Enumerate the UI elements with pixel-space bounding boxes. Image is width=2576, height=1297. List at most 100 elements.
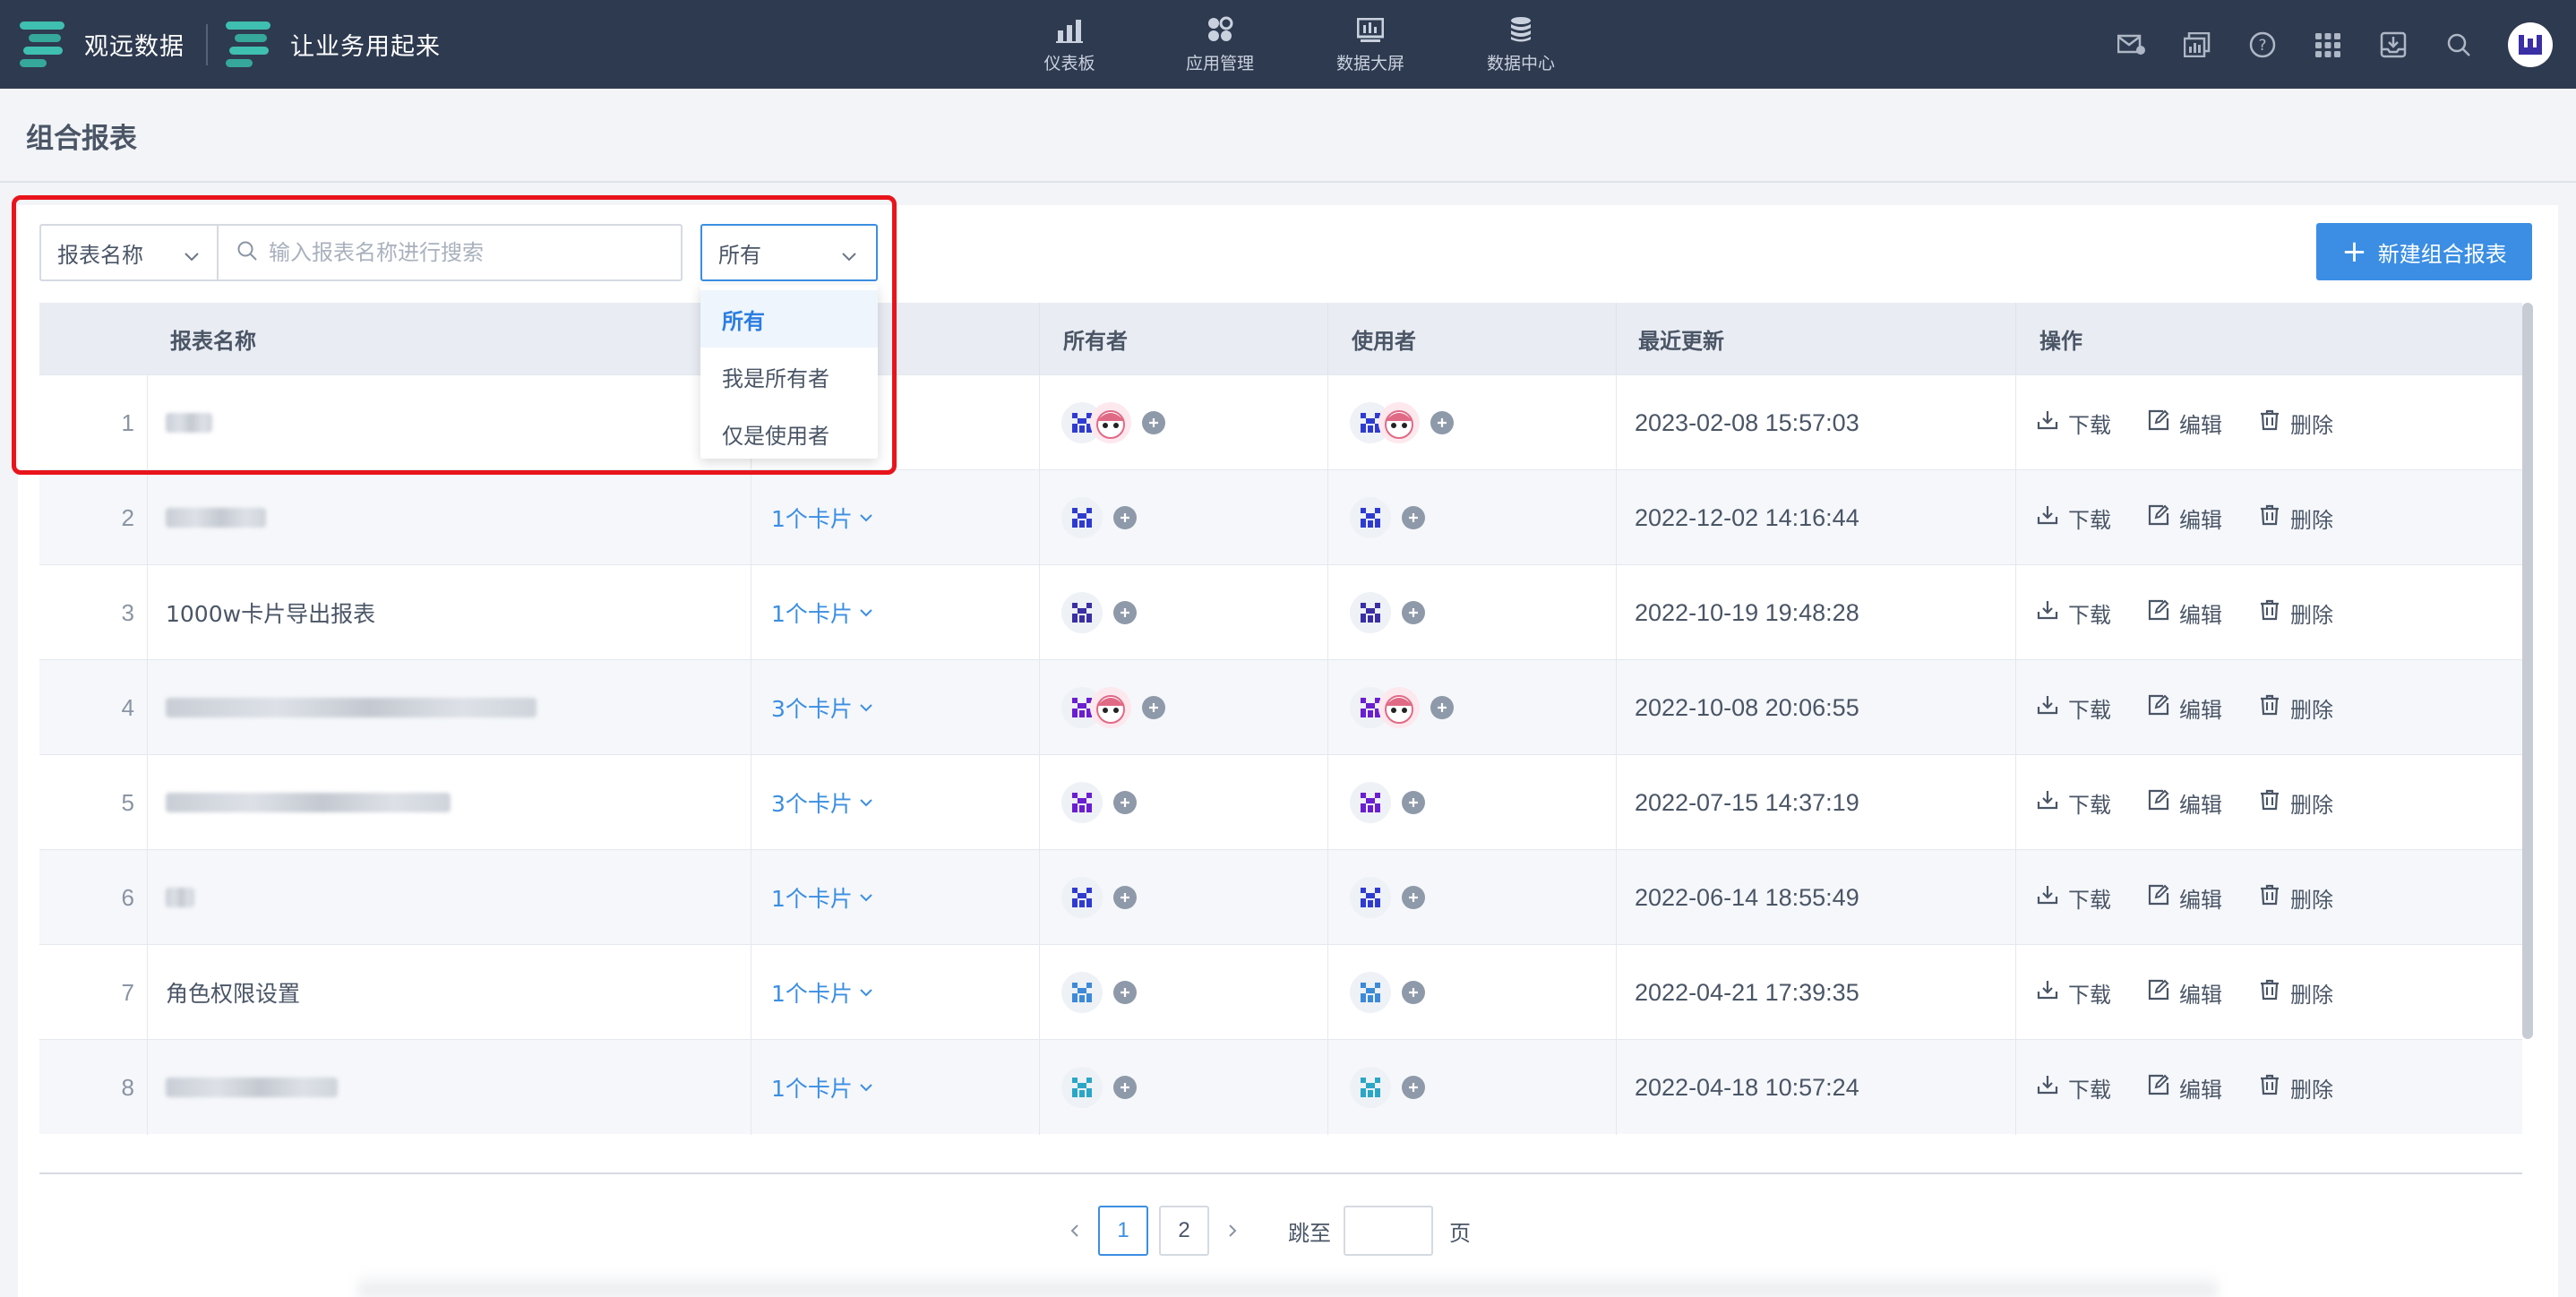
redacted-report-name[interactable] xyxy=(166,888,194,907)
owner-avatar[interactable] xyxy=(1061,592,1103,633)
user-avatar[interactable] xyxy=(1350,972,1391,1013)
scope-option-user-only[interactable]: 仅是使用者 xyxy=(700,405,878,462)
prev-page-icon[interactable] xyxy=(1057,1206,1093,1256)
download-button[interactable]: 下载 xyxy=(2036,977,2111,1009)
add-owner-icon[interactable] xyxy=(1113,791,1137,814)
cards-count-toggle[interactable]: 1个卡片 xyxy=(771,1071,874,1104)
table-row[interactable]: 2 1个卡片 2022-12-02 14:16:44 下载 编辑 删除 xyxy=(39,469,2522,565)
download-button[interactable]: 下载 xyxy=(2036,408,2111,439)
header-updated[interactable]: 最近更新 xyxy=(1617,303,2016,374)
user-avatar[interactable] xyxy=(1350,592,1391,633)
owner-avatar[interactable] xyxy=(1090,402,1131,443)
delete-button[interactable]: 删除 xyxy=(2258,1072,2333,1104)
table-row[interactable]: 1 2023-02-08 15:57:03 下载 编辑 删除 xyxy=(39,374,2522,470)
delete-button[interactable]: 删除 xyxy=(2258,597,2333,629)
user-avatar[interactable] xyxy=(1378,402,1420,443)
add-user-icon[interactable] xyxy=(1430,411,1454,434)
nav-data-screen[interactable]: 数据大屏 xyxy=(1295,0,1446,89)
edit-button[interactable]: 编辑 xyxy=(2147,597,2222,629)
add-user-icon[interactable] xyxy=(1430,696,1454,719)
nav-app-management[interactable]: 应用管理 xyxy=(1145,0,1295,89)
add-owner-icon[interactable] xyxy=(1142,411,1165,434)
add-user-icon[interactable] xyxy=(1402,506,1425,529)
download-button[interactable]: 下载 xyxy=(2036,1072,2111,1104)
add-user-icon[interactable] xyxy=(1402,791,1425,814)
nav-dashboard[interactable]: 仪表板 xyxy=(994,0,1145,89)
next-page-icon[interactable] xyxy=(1215,1206,1250,1256)
scope-option-all[interactable]: 所有 xyxy=(700,290,878,348)
download-button[interactable]: 下载 xyxy=(2036,502,2111,534)
owner-avatar[interactable] xyxy=(1061,972,1103,1013)
add-owner-icon[interactable] xyxy=(1113,506,1137,529)
download-button[interactable]: 下载 xyxy=(2036,692,2111,724)
download-button[interactable]: 下载 xyxy=(2036,787,2111,819)
header-name[interactable]: 报表名称 xyxy=(39,303,751,374)
report-name[interactable]: 角色权限设置 xyxy=(166,976,300,1009)
add-user-icon[interactable] xyxy=(1402,886,1425,909)
table-row[interactable]: 7 角色权限设置 1个卡片 2022-04-21 17:39:35 下载 编辑 删除 xyxy=(39,944,2522,1040)
search-icon[interactable] xyxy=(2443,30,2474,60)
help-icon[interactable]: ? xyxy=(2247,30,2278,60)
table-scrollbar[interactable] xyxy=(2522,303,2533,1039)
add-user-icon[interactable] xyxy=(1402,1076,1425,1099)
edit-button[interactable]: 编辑 xyxy=(2147,977,2222,1009)
add-owner-icon[interactable] xyxy=(1113,1076,1137,1099)
report-name[interactable]: 1000w卡片导出报表 xyxy=(166,597,375,629)
user-avatar[interactable] xyxy=(1350,877,1391,918)
user-avatar[interactable] xyxy=(1350,497,1391,538)
redacted-report-name[interactable] xyxy=(166,793,451,812)
redacted-report-name[interactable] xyxy=(166,1078,338,1097)
cards-count-toggle[interactable]: 3个卡片 xyxy=(771,786,874,819)
delete-button[interactable]: 删除 xyxy=(2258,787,2333,819)
table-row[interactable]: 4 3个卡片 2022-10-08 20:06:55 下载 编辑 删除 xyxy=(39,659,2522,755)
delete-button[interactable]: 删除 xyxy=(2258,882,2333,914)
add-user-icon[interactable] xyxy=(1402,981,1425,1004)
edit-button[interactable]: 编辑 xyxy=(2147,787,2222,819)
page-2-button[interactable]: 2 xyxy=(1159,1206,1209,1256)
add-user-icon[interactable] xyxy=(1402,601,1425,624)
edit-button[interactable]: 编辑 xyxy=(2147,692,2222,724)
user-avatar[interactable] xyxy=(1350,782,1391,823)
grid-icon[interactable] xyxy=(2313,30,2343,60)
cards-count-toggle[interactable]: 1个卡片 xyxy=(771,597,874,629)
owner-avatar[interactable] xyxy=(1061,877,1103,918)
redacted-report-name[interactable] xyxy=(166,698,537,717)
header-user[interactable]: 使用者 xyxy=(1328,303,1617,374)
user-avatar[interactable] xyxy=(1350,1067,1391,1108)
table-row[interactable]: 8 1个卡片 2022-04-18 10:57:24 下载 编辑 删除 xyxy=(39,1039,2522,1135)
add-owner-icon[interactable] xyxy=(1113,886,1137,909)
report-icon[interactable] xyxy=(2182,30,2212,60)
header-owner[interactable]: 所有者 xyxy=(1040,303,1328,374)
delete-button[interactable]: 删除 xyxy=(2258,692,2333,724)
table-row[interactable]: 3 1000w卡片导出报表 1个卡片 2022-10-19 19:48:28 下载 编辑 删… xyxy=(39,564,2522,660)
cards-count-toggle[interactable]: 1个卡片 xyxy=(771,976,874,1009)
owner-avatar[interactable] xyxy=(1090,687,1131,728)
nav-data-center[interactable]: 数据中心 xyxy=(1446,0,1596,89)
jump-page-input[interactable] xyxy=(1344,1206,1433,1256)
redacted-report-name[interactable] xyxy=(166,413,212,433)
table-row[interactable]: 5 3个卡片 2022-07-15 14:37:19 下载 编辑 删除 xyxy=(39,754,2522,850)
owner-avatar[interactable] xyxy=(1061,497,1103,538)
redacted-report-name[interactable] xyxy=(166,508,266,528)
download-button[interactable]: 下载 xyxy=(2036,882,2111,914)
mail-icon[interactable] xyxy=(2117,30,2147,60)
cards-count-toggle[interactable]: 1个卡片 xyxy=(771,881,874,914)
cards-count-toggle[interactable]: 1个卡片 xyxy=(771,502,874,534)
brand[interactable]: 观远数据 让业务用起来 xyxy=(0,0,441,89)
scope-select[interactable]: 所有 xyxy=(700,224,878,281)
page-1-button[interactable]: 1 xyxy=(1098,1206,1148,1256)
edit-button[interactable]: 编辑 xyxy=(2147,882,2222,914)
delete-button[interactable]: 删除 xyxy=(2258,408,2333,439)
delete-button[interactable]: 删除 xyxy=(2258,502,2333,534)
search-field-select[interactable]: 报表名称 xyxy=(39,224,219,281)
owner-avatar[interactable] xyxy=(1061,1067,1103,1108)
edit-button[interactable]: 编辑 xyxy=(2147,502,2222,534)
user-avatar[interactable] xyxy=(2508,21,2553,67)
delete-button[interactable]: 删除 xyxy=(2258,977,2333,1009)
table-row[interactable]: 6 1个卡片 2022-06-14 18:55:49 下载 编辑 删除 xyxy=(39,849,2522,945)
cards-count-toggle[interactable]: 3个卡片 xyxy=(771,691,874,724)
add-owner-icon[interactable] xyxy=(1142,696,1165,719)
user-avatar[interactable] xyxy=(1378,687,1420,728)
search-input[interactable] xyxy=(269,240,654,265)
new-combined-report-button[interactable]: + 新建组合报表 xyxy=(2316,223,2532,280)
